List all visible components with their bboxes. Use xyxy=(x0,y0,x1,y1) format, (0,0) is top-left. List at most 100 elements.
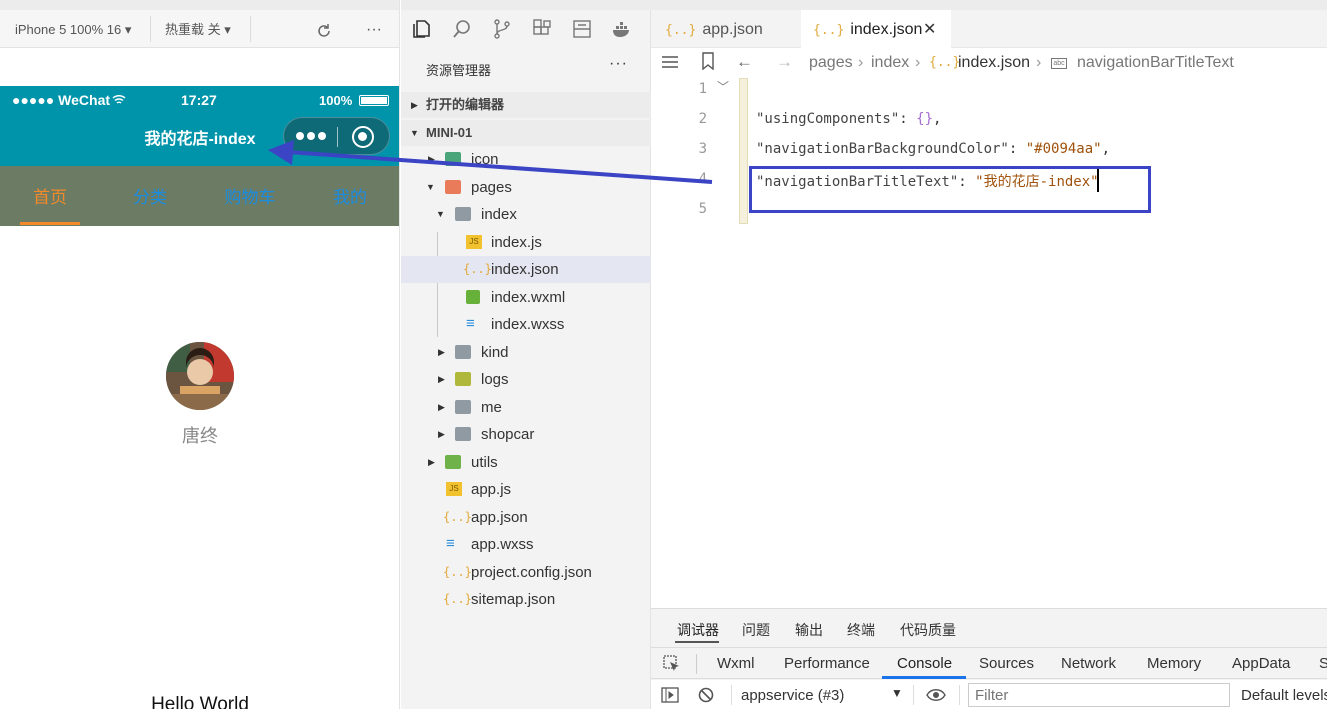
hello-text: Hello World xyxy=(151,694,249,709)
tree-file-project-config[interactable]: {..} project.config.json xyxy=(401,559,651,586)
json-file-icon: {..} xyxy=(929,55,961,70)
devtools-tab-more[interactable]: S xyxy=(1319,655,1327,672)
tree-folder-utils[interactable]: ▶ utils xyxy=(401,449,651,476)
context-select[interactable]: appservice (#3) xyxy=(741,687,844,704)
divider xyxy=(913,685,914,705)
tab-mine[interactable]: 我的 xyxy=(300,166,399,226)
tab-cart[interactable]: 购物车 xyxy=(200,166,300,226)
title-strip xyxy=(0,0,399,10)
forward-arrow-icon[interactable]: → xyxy=(776,52,793,72)
folder-icon xyxy=(455,345,471,359)
eye-icon[interactable] xyxy=(926,688,946,702)
phone-navbar: 我的花店-index xyxy=(0,114,399,166)
filter-input[interactable] xyxy=(968,683,1230,707)
open-editors-section[interactable]: ▶ 打开的编辑器 xyxy=(401,92,651,118)
tab-bar: 首页 分类 购物车 我的 xyxy=(0,166,399,226)
string-property-icon: abc xyxy=(1051,58,1067,69)
project-section[interactable]: ▼ MINI-01 xyxy=(401,120,651,146)
tree-folder-index[interactable]: ▼ index xyxy=(401,201,651,228)
tree-folder-shopcar[interactable]: ▶ shopcar xyxy=(401,421,651,448)
capsule-menu[interactable] xyxy=(283,117,390,155)
back-arrow-icon[interactable]: ← xyxy=(736,52,753,72)
tree-file-index-wxml[interactable]: index.wxml xyxy=(401,284,651,311)
battery-text: 100% xyxy=(319,93,353,108)
device-select[interactable]: iPhone 5 100% 16 ▾ xyxy=(15,10,131,48)
devtools-tab-output[interactable]: 输出 xyxy=(795,620,823,640)
highlight-box xyxy=(749,166,1151,213)
search-icon[interactable] xyxy=(451,18,473,40)
breadcrumb-item[interactable]: navigationBarTitleText xyxy=(1077,54,1234,72)
wifi-icon xyxy=(112,94,126,104)
line-number: 5 xyxy=(698,201,707,217)
breadcrumb-item[interactable]: index.json xyxy=(958,54,1030,72)
tree-folder-icon[interactable]: ▶ icon xyxy=(401,146,651,173)
tree-folder-logs[interactable]: ▶ logs xyxy=(401,366,651,393)
extensions-icon[interactable] xyxy=(531,18,553,40)
devtools-tab-quality[interactable]: 代码质量 xyxy=(900,620,956,640)
divider xyxy=(696,654,697,674)
devtools-tab-console[interactable]: Console xyxy=(897,655,952,672)
folder-icon xyxy=(445,152,461,166)
json-file-icon: {..} xyxy=(813,23,845,38)
files-icon[interactable] xyxy=(411,18,433,40)
devtools-pane: 调试器 问题 输出 终端 代码质量 Wxml Performance Conso… xyxy=(651,608,1327,709)
tree-folder-me[interactable]: ▶ me xyxy=(401,394,651,421)
devtools-tab-wxml[interactable]: Wxml xyxy=(717,655,755,672)
simulator-toolbar: iPhone 5 100% 16 ▾ 热重载 关 ▾ ··· xyxy=(0,10,399,48)
tree-folder-pages[interactable]: ▼ pages xyxy=(401,174,651,201)
breadcrumb-item[interactable]: pages xyxy=(809,54,853,72)
devtools-tab-performance[interactable]: Performance xyxy=(784,655,870,672)
tree-file-sitemap[interactable]: {..} sitemap.json xyxy=(401,586,651,613)
explorer-more-icon[interactable]: ··· xyxy=(609,55,628,73)
tree-file-app-wxss[interactable]: ≡ app.wxss xyxy=(401,531,651,558)
json-file-icon: {..} xyxy=(443,565,472,579)
tab-category[interactable]: 分类 xyxy=(100,166,200,226)
more-icon[interactable]: ··· xyxy=(366,10,382,48)
json-file-icon: {..} xyxy=(665,23,697,38)
editor-tabs: {..} app.json {..} index.json ✕ xyxy=(651,10,1327,48)
devtools-tab-terminal[interactable]: 终端 xyxy=(847,620,875,640)
folder-icon xyxy=(455,427,471,441)
tab-home[interactable]: 首页 xyxy=(0,166,100,226)
code-line[interactable]: "navigationBarBackgroundColor": "#0094aa… xyxy=(756,141,1110,157)
devtools-tab-sources[interactable]: Sources xyxy=(979,655,1034,672)
docker-icon[interactable] xyxy=(611,18,633,40)
tree-file-app-json[interactable]: {..} app.json xyxy=(401,504,651,531)
close-circle-icon[interactable] xyxy=(352,126,374,148)
folder-icon xyxy=(455,400,471,414)
devtools-tab-appdata[interactable]: AppData xyxy=(1232,655,1290,672)
tree-file-index-js[interactable]: JS index.js xyxy=(401,229,651,256)
line-number: 2 xyxy=(698,111,707,127)
tab-app-json[interactable]: {..} app.json xyxy=(651,10,801,48)
tree-file-index-wxss[interactable]: ≡ index.wxss xyxy=(401,311,651,338)
breadcrumb-item[interactable]: index xyxy=(871,54,909,72)
json-file-icon: {..} xyxy=(443,510,472,524)
sidebar-toggle-icon[interactable] xyxy=(661,687,679,703)
close-tab-icon[interactable]: ✕ xyxy=(923,10,936,50)
devtools-tab-problems[interactable]: 问题 xyxy=(742,620,770,640)
source-control-icon[interactable] xyxy=(491,18,513,40)
tab-index-json[interactable]: {..} index.json ✕ xyxy=(801,10,951,48)
clear-console-icon[interactable] xyxy=(698,687,714,703)
devtools-tab-memory[interactable]: Memory xyxy=(1147,655,1201,672)
fold-chevron-icon[interactable]: ﹀ xyxy=(717,78,729,95)
list-icon[interactable] xyxy=(661,55,679,69)
line-number: 3 xyxy=(698,141,707,157)
bookmark-icon[interactable] xyxy=(701,52,715,70)
username: 唐终 xyxy=(182,426,218,446)
divider xyxy=(959,685,960,705)
inspect-icon[interactable] xyxy=(663,655,681,673)
devtools-tab-debugger[interactable]: 调试器 xyxy=(677,620,719,640)
code-line[interactable]: "usingComponents": {}, xyxy=(756,111,941,127)
hotreload-select[interactable]: 热重载 关 ▾ xyxy=(165,10,231,48)
storage-icon[interactable] xyxy=(571,18,593,40)
tree-file-app-js[interactable]: JS app.js xyxy=(401,476,651,503)
menu-dots-icon[interactable] xyxy=(296,132,326,140)
tree-file-index-json[interactable]: {..} index.json xyxy=(401,256,651,283)
tree-folder-kind[interactable]: ▶ kind xyxy=(401,339,651,366)
levels-select[interactable]: Default levels xyxy=(1241,687,1327,704)
line-number: 1 xyxy=(698,81,707,97)
devtools-tab-network[interactable]: Network xyxy=(1061,655,1116,672)
refresh-icon[interactable] xyxy=(315,22,333,40)
dropdown-caret-icon[interactable]: ▼ xyxy=(891,686,903,700)
